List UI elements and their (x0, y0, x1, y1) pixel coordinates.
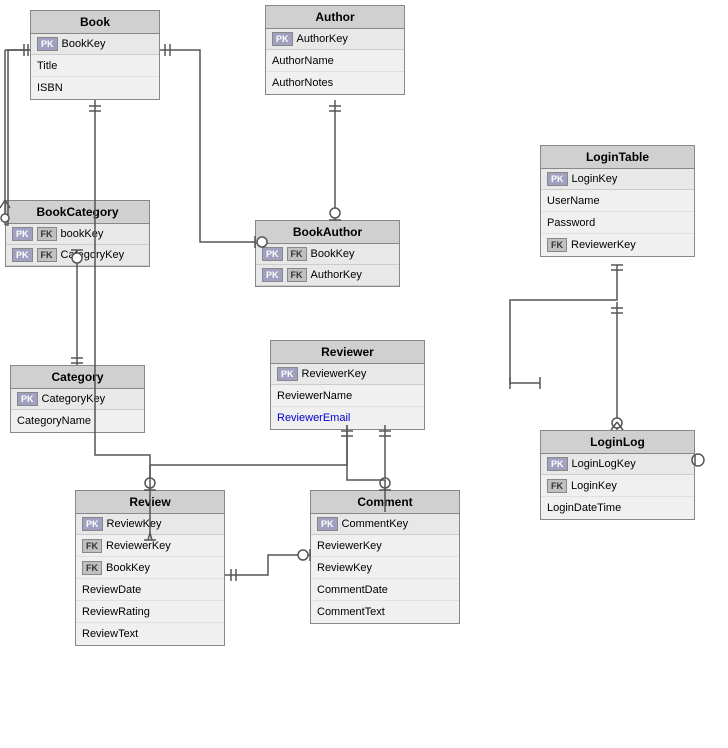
entity-category-title: Category (11, 366, 144, 389)
logintable-field-reviewerkey: ReviewerKey (571, 239, 636, 251)
review-field-reviewkey: ReviewKey (107, 518, 162, 530)
loginlog-fk-loginkey: FK LoginKey (541, 475, 694, 497)
reviewer-field-reviewername: ReviewerName (271, 385, 424, 407)
author-field-authorkey: AuthorKey (297, 33, 348, 45)
fk-badge: FK (82, 539, 102, 553)
reviewer-field-revieweremail: ReviewerEmail (271, 407, 424, 429)
loginlog-pk-row: PK LoginLogKey (541, 454, 694, 475)
entity-bookauthor: BookAuthor PK FK BookKey PK FK AuthorKey (255, 220, 400, 287)
entity-book: Book PK BookKey Title ISBN (30, 10, 160, 100)
entity-reviewer-title: Reviewer (271, 341, 424, 364)
pk-badge: PK (17, 392, 38, 406)
category-field-categorykey: CategoryKey (42, 393, 106, 405)
comment-field-reviewkey: ReviewKey (311, 557, 459, 579)
author-field-authornotes: AuthorNotes (266, 72, 404, 94)
review-pk-row: PK ReviewKey (76, 514, 224, 535)
comment-field-commentdate: CommentDate (311, 579, 459, 601)
fk-badge: FK (287, 268, 307, 282)
fk-badge: FK (82, 561, 102, 575)
logintable-fk-reviewerkey: FK ReviewerKey (541, 234, 694, 256)
fk-badge: FK (547, 479, 567, 493)
entity-loginlog: LoginLog PK LoginLogKey FK LoginKey Logi… (540, 430, 695, 520)
review-field-reviewrating: ReviewRating (76, 601, 224, 623)
category-pk-row: PK CategoryKey (11, 389, 144, 410)
comment-field-commenttext: CommentText (311, 601, 459, 623)
entity-reviewer: Reviewer PK ReviewerKey ReviewerName Rev… (270, 340, 425, 430)
book-field-title: Title (31, 55, 159, 77)
entity-review-title: Review (76, 491, 224, 514)
comment-pk-row: PK CommentKey (311, 514, 459, 535)
review-field-reviewtext: ReviewText (76, 623, 224, 645)
comment-field-reviewerkey: ReviewerKey (311, 535, 459, 557)
reviewer-pk-row: PK ReviewerKey (271, 364, 424, 385)
entity-comment-title: Comment (311, 491, 459, 514)
bookauthor-pk1-row: PK FK BookKey (256, 244, 399, 265)
fk-badge: FK (37, 248, 57, 262)
review-fk-reviewerkey: FK ReviewerKey (76, 535, 224, 557)
fk-badge: FK (547, 238, 567, 252)
review-field-bookkey: BookKey (106, 562, 150, 574)
pk-badge: PK (272, 32, 293, 46)
comment-field-commentkey: CommentKey (342, 518, 409, 530)
logintable-field-username: UserName (541, 190, 694, 212)
entity-category: Category PK CategoryKey CategoryName (10, 365, 145, 433)
entity-logintable-title: LoginTable (541, 146, 694, 169)
book-field-bookkey: BookKey (62, 38, 106, 50)
bookcategory-pk2-row: PK FK CategoryKey (6, 245, 149, 266)
entity-comment: Comment PK CommentKey ReviewerKey Review… (310, 490, 460, 624)
pk-badge: PK (277, 367, 298, 381)
loginlog-field-loginkey: LoginKey (571, 480, 617, 492)
pk-badge: PK (262, 247, 283, 261)
book-pk-row: PK BookKey (31, 34, 159, 55)
loginlog-field-logindatetime: LoginDateTime (541, 497, 694, 519)
review-field-reviewerkey: ReviewerKey (106, 540, 171, 552)
logintable-pk-row: PK LoginKey (541, 169, 694, 190)
pk-badge: PK (12, 248, 33, 262)
fk-badge: FK (287, 247, 307, 261)
entity-review: Review PK ReviewKey FK ReviewerKey FK Bo… (75, 490, 225, 646)
pk-badge: PK (262, 268, 283, 282)
entity-bookcategory-title: BookCategory (6, 201, 149, 224)
bookauthor-pk2-row: PK FK AuthorKey (256, 265, 399, 286)
category-field-categoryname: CategoryName (11, 410, 144, 432)
book-field-isbn: ISBN (31, 77, 159, 99)
pk-badge: PK (547, 457, 568, 471)
entity-bookcategory: BookCategory PK FK bookKey PK FK Categor… (5, 200, 150, 267)
entity-logintable: LoginTable PK LoginKey UserName Password… (540, 145, 695, 257)
review-fk-bookkey: FK BookKey (76, 557, 224, 579)
bookcategory-pk1-row: PK FK bookKey (6, 224, 149, 245)
review-field-reviewdate: ReviewDate (76, 579, 224, 601)
pk-badge: PK (82, 517, 103, 531)
entity-book-title: Book (31, 11, 159, 34)
pk-badge: PK (37, 37, 58, 51)
entity-author-title: Author (266, 6, 404, 29)
author-pk-row: PK AuthorKey (266, 29, 404, 50)
loginlog-field-loginlogkey: LoginLogKey (572, 458, 636, 470)
pk-badge: PK (12, 227, 33, 241)
bookauthor-field-bookkey: BookKey (311, 248, 355, 260)
fk-badge: FK (37, 227, 57, 241)
logintable-field-loginkey: LoginKey (572, 173, 618, 185)
pk-badge: PK (547, 172, 568, 186)
reviewer-field-reviewerkey: ReviewerKey (302, 368, 367, 380)
entity-loginlog-title: LoginLog (541, 431, 694, 454)
author-field-authorname: AuthorName (266, 50, 404, 72)
entity-author: Author PK AuthorKey AuthorName AuthorNot… (265, 5, 405, 95)
bookauthor-field-authorkey: AuthorKey (311, 269, 362, 281)
bookcategory-field-categorykey: CategoryKey (61, 249, 125, 261)
logintable-field-password: Password (541, 212, 694, 234)
erd-diagram: Book PK BookKey Title ISBN Author PK Aut… (0, 0, 728, 748)
bookcategory-field-bookkey: bookKey (61, 228, 104, 240)
pk-badge: PK (317, 517, 338, 531)
entity-bookauthor-title: BookAuthor (256, 221, 399, 244)
